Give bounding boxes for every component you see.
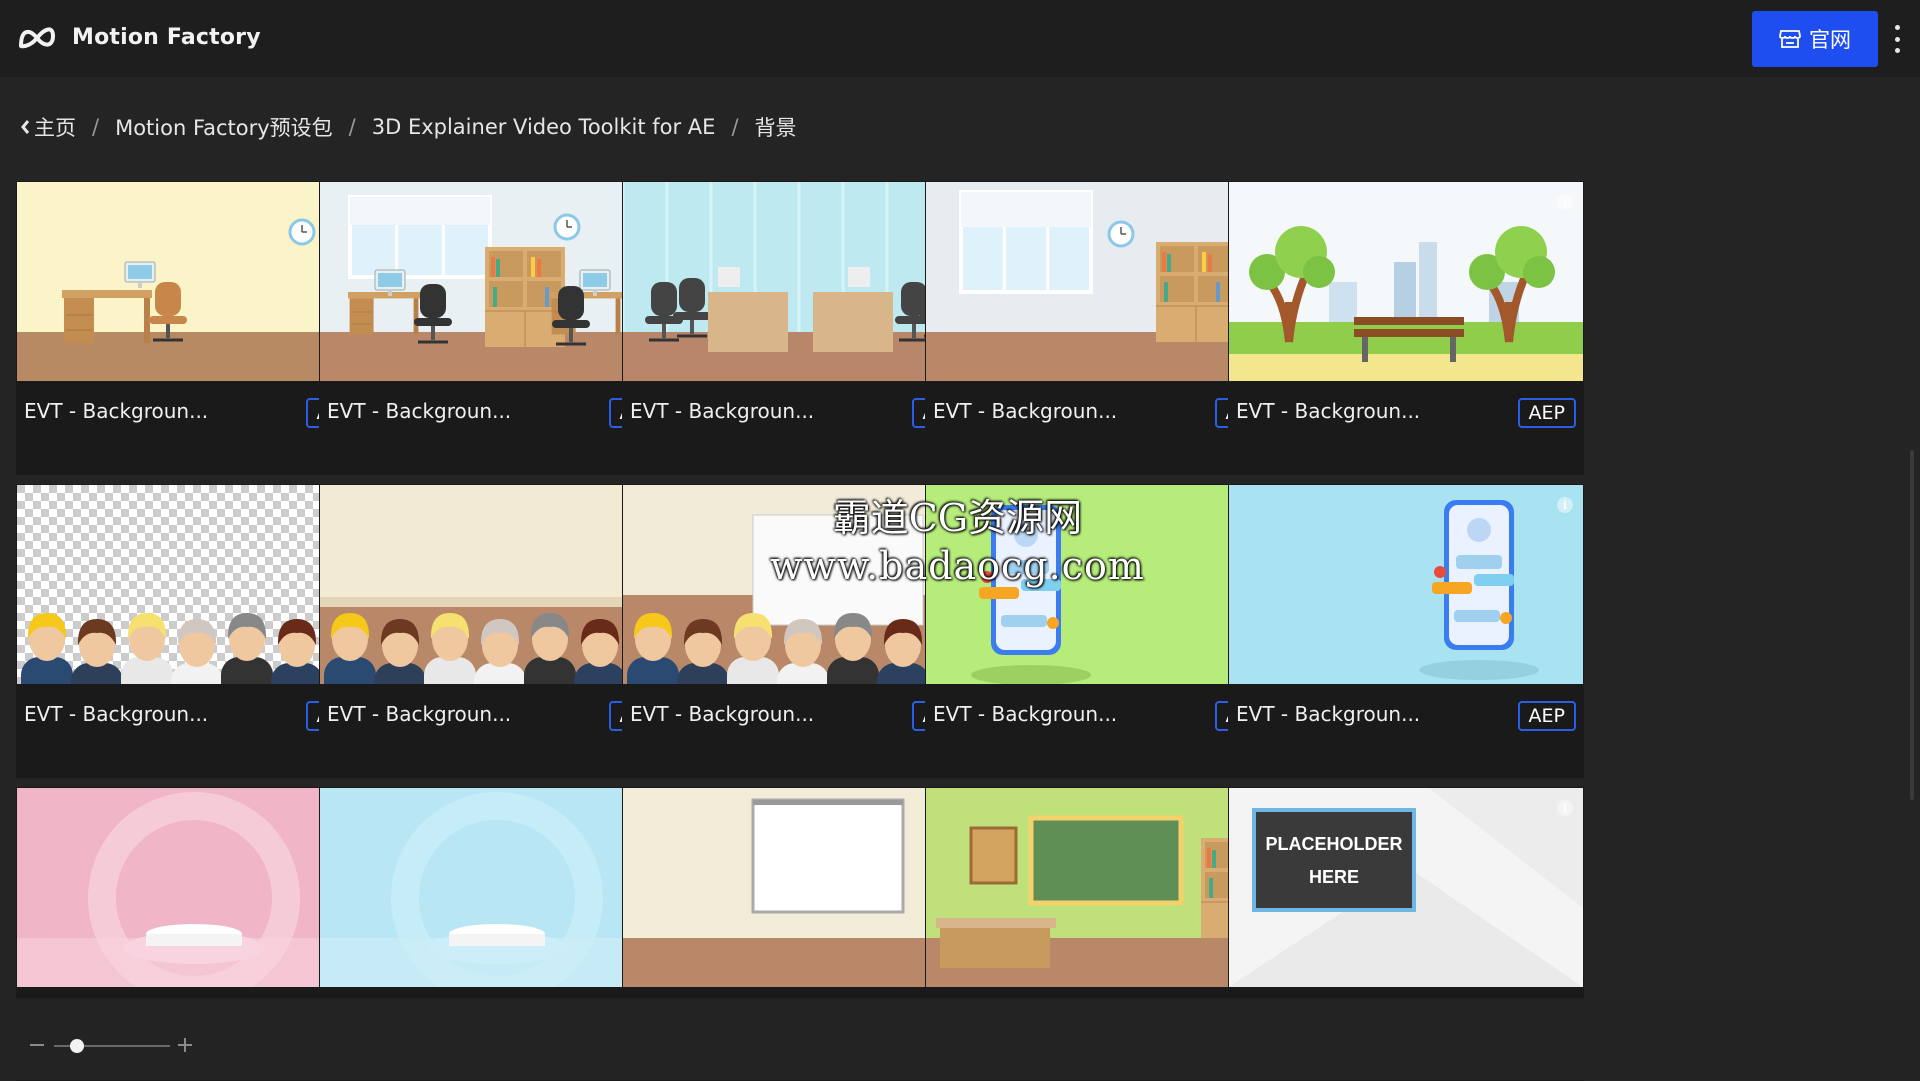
breadcrumb-toolkit[interactable]: 3D Explainer Video Toolkit for AE <box>372 115 716 139</box>
thumbnail-text: PLACEHOLDER <box>1265 834 1402 854</box>
breadcrumb-home[interactable]: 主页 <box>20 112 76 142</box>
asset-thumbnail[interactable]: i <box>623 485 977 684</box>
official-site-label: 官网 <box>1809 28 1851 52</box>
breadcrumb-separator: / <box>92 115 100 139</box>
asset-thumbnail[interactable]: i <box>623 788 977 987</box>
app-title: Motion Factory <box>72 25 261 50</box>
asset-title: EVT - Backgroun... <box>933 399 1118 423</box>
info-icon[interactable]: i <box>1557 194 1573 210</box>
asset-title: EVT - Backgroun... <box>1236 702 1421 726</box>
asset-title: EVT - Backgroun... <box>24 399 209 423</box>
asset-title: EVT - Backgroun... <box>630 702 815 726</box>
asset-thumbnail[interactable]: i <box>623 182 977 381</box>
asset-card[interactable]: i EVT - Backgroun... AEP <box>1228 181 1584 475</box>
asset-title: EVT - Backgroun... <box>327 399 512 423</box>
breadcrumb-current: 背景 <box>754 116 797 140</box>
asset-thumbnail[interactable]: i <box>926 788 1280 987</box>
asset-thumbnail[interactable]: i <box>17 182 371 381</box>
asset-thumbnail[interactable]: i <box>320 485 674 684</box>
asset-thumbnail[interactable]: i <box>17 485 371 684</box>
official-site-button[interactable]: 官网 <box>1752 11 1878 67</box>
asset-thumbnail[interactable]: i <box>926 182 1280 381</box>
asset-thumbnail[interactable]: PLACEHOLDER HERE i <box>1229 788 1583 987</box>
zoom-slider-handle[interactable] <box>70 1039 85 1053</box>
asset-card[interactable]: i EVT - Backgroun... AEP <box>1228 484 1584 778</box>
store-icon <box>1779 30 1801 48</box>
zoom-out-icon[interactable] <box>30 1044 44 1046</box>
zoom-in-icon[interactable] <box>178 1038 192 1052</box>
asset-thumbnail[interactable]: i <box>320 788 674 987</box>
asset-title: EVT - Backgroun... <box>1236 399 1421 423</box>
motion-factory-logo-icon[interactable] <box>17 22 57 54</box>
top-bar: Motion Factory 官网 <box>0 0 1920 77</box>
scrollbar[interactable] <box>1910 450 1914 800</box>
breadcrumb-separator: / <box>348 115 356 139</box>
chevron-left-icon <box>21 120 30 134</box>
asset-thumbnail[interactable]: i <box>1229 182 1583 381</box>
asset-title: EVT - Backgroun... <box>24 702 209 726</box>
info-icon[interactable]: i <box>1557 497 1573 513</box>
thumbnail-text: HERE <box>1309 867 1359 887</box>
asset-thumbnail[interactable]: i <box>320 182 674 381</box>
more-menu-icon[interactable] <box>1891 25 1903 53</box>
asset-title: EVT - Backgroun... <box>327 702 512 726</box>
breadcrumb-preset-pack[interactable]: Motion Factory预设包 <box>115 112 333 142</box>
bottom-bar <box>0 998 1920 1080</box>
asset-title: EVT - Backgroun... <box>933 702 1118 726</box>
info-icon[interactable]: i <box>1557 800 1573 816</box>
breadcrumb: 主页 / Motion Factory预设包 / 3D Explainer Vi… <box>20 112 797 142</box>
asset-thumbnail[interactable]: i <box>17 788 371 987</box>
asset-thumbnail[interactable]: i <box>926 485 1280 684</box>
file-type-badge: AEP <box>1517 398 1576 428</box>
breadcrumb-separator: / <box>731 115 739 139</box>
file-type-badge: AEP <box>1517 701 1576 731</box>
asset-title: EVT - Backgroun... <box>630 399 815 423</box>
zoom-control <box>30 1036 200 1056</box>
asset-thumbnail[interactable]: i <box>1229 485 1583 684</box>
